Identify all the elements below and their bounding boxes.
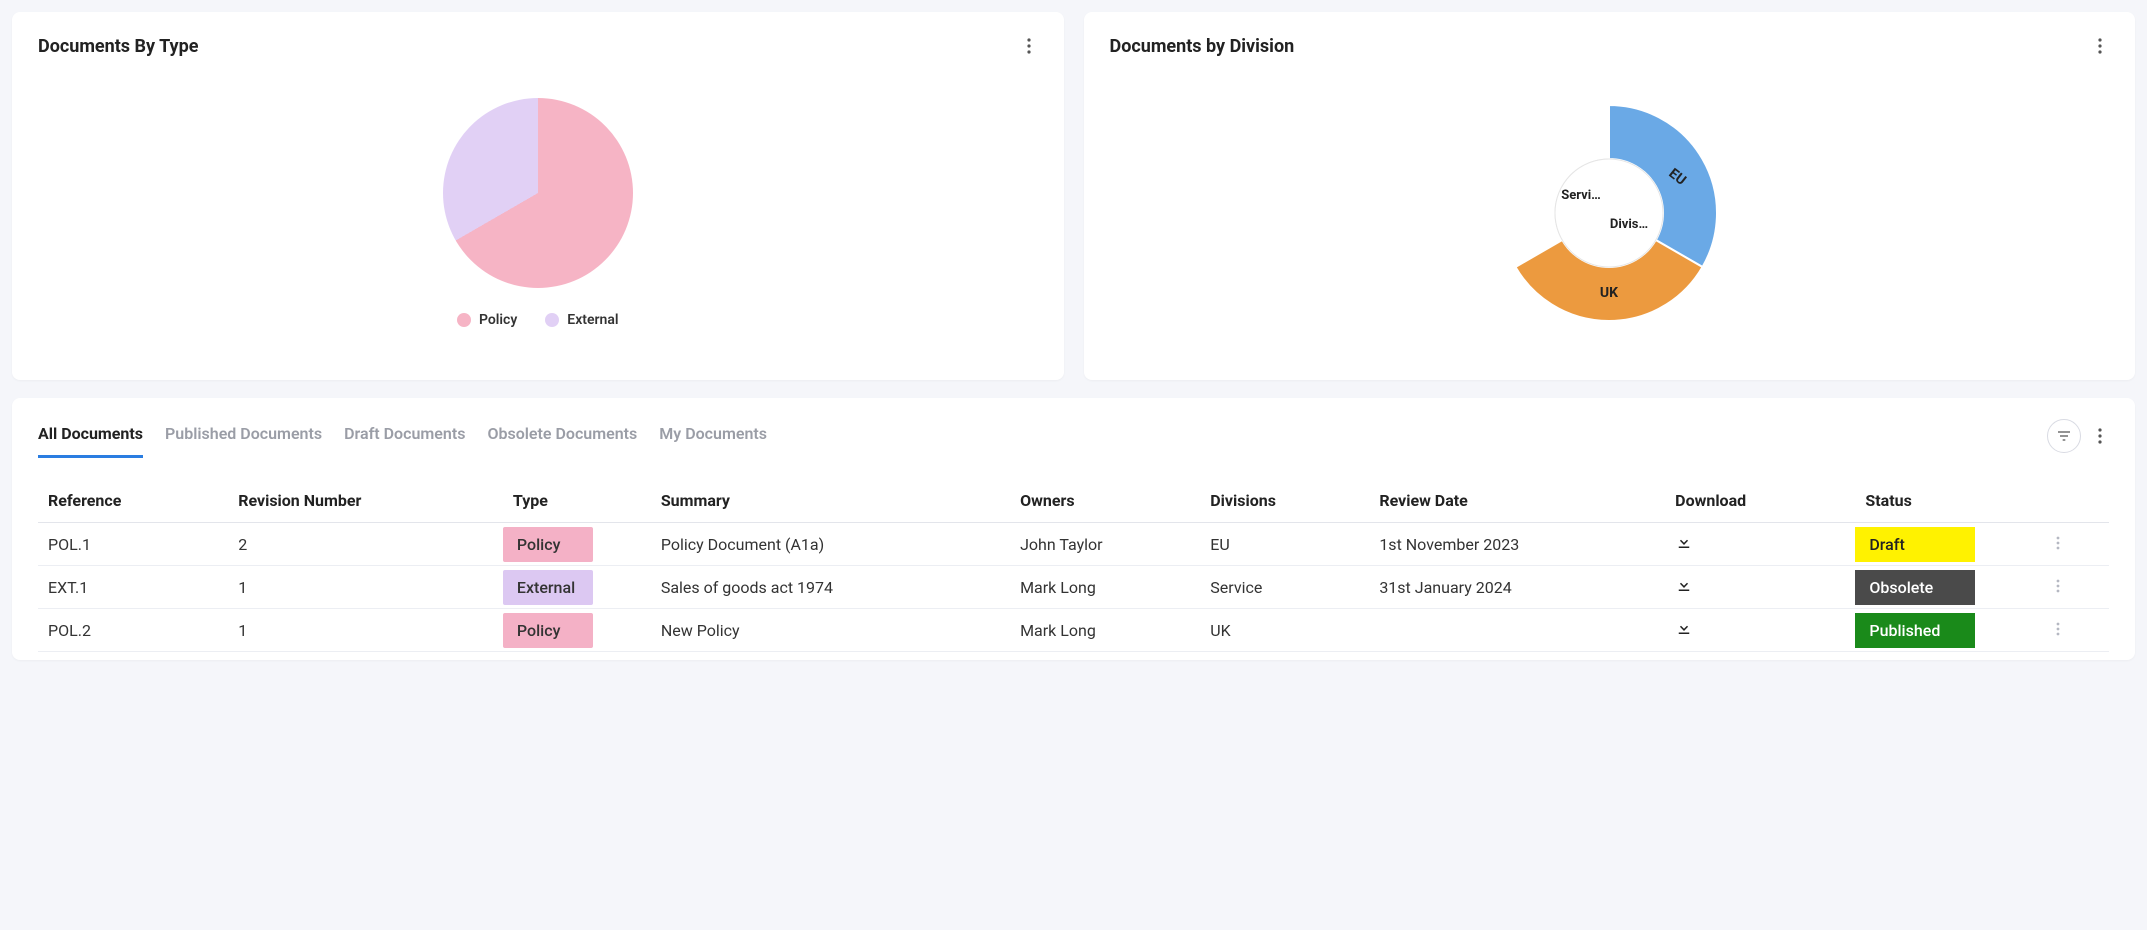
pie-graphic — [443, 98, 633, 288]
cell-reference: EXT.1 — [38, 566, 228, 609]
card-menu-button[interactable] — [1020, 34, 1038, 58]
table-row[interactable]: POL.12Policy Policy Document (A1a)John Ta… — [38, 523, 2109, 566]
swatch-external — [545, 313, 559, 327]
tabs: All Documents Published Documents Draft Do… — [38, 414, 2025, 458]
cell-review: 1st November 2023 — [1369, 523, 1665, 566]
pie-chart-body: Policy External — [38, 68, 1038, 358]
download-button[interactable] — [1675, 619, 1693, 637]
cell-revision: 1 — [228, 609, 503, 652]
th-revision[interactable]: Revision Number — [228, 479, 503, 523]
type-badge: Policy — [503, 613, 593, 648]
th-owners[interactable]: Owners — [1010, 479, 1200, 523]
filter-icon — [2056, 428, 2072, 444]
legend-item-policy[interactable]: Policy — [457, 312, 517, 328]
status-badge: Obsolete — [1855, 570, 1975, 605]
cell-owners: John Taylor — [1010, 523, 1200, 566]
cell-actions — [2046, 523, 2109, 566]
cell-type: External — [503, 566, 651, 609]
donut-label-servi: Servi… — [1561, 188, 1601, 203]
cell-actions — [2046, 609, 2109, 652]
card-documents-by-type: Documents By Type Policy External — [12, 12, 1064, 380]
download-icon — [1675, 619, 1693, 637]
row-menu-button[interactable] — [2056, 621, 2060, 640]
legend-label: Policy — [479, 312, 517, 328]
th-summary[interactable]: Summary — [651, 479, 1010, 523]
download-icon — [1675, 576, 1693, 594]
cell-summary: Sales of goods act 1974 — [651, 566, 1010, 609]
cell-divisions: Service — [1200, 566, 1369, 609]
type-badge: Policy — [503, 527, 593, 562]
cell-download — [1665, 523, 1855, 566]
table-row[interactable]: POL.21Policy New PolicyMark LongUK Publish… — [38, 609, 2109, 652]
card-documents-by-division: Documents by Division — [1084, 12, 2136, 380]
th-reference[interactable]: Reference — [38, 479, 228, 523]
cell-owners: Mark Long — [1010, 566, 1200, 609]
legend-label: External — [567, 312, 618, 328]
status-badge: Published — [1855, 613, 1975, 648]
cell-actions — [2046, 566, 2109, 609]
cell-summary: New Policy — [651, 609, 1010, 652]
cell-revision: 2 — [228, 523, 503, 566]
row-menu-button[interactable] — [2056, 535, 2060, 554]
card-menu-button[interactable] — [2091, 34, 2109, 58]
tab-my-documents[interactable]: My Documents — [659, 414, 767, 458]
cell-download — [1665, 566, 1855, 609]
card-title: Documents by Division — [1110, 36, 1295, 57]
donut-graphic: EU UK Servi… Divis… — [1489, 93, 1729, 333]
documents-table: Reference Revision Number Type Summary O… — [38, 479, 2109, 652]
cell-revision: 1 — [228, 566, 503, 609]
tab-obsolete-documents[interactable]: Obsolete Documents — [487, 414, 637, 458]
cell-divisions: UK — [1200, 609, 1369, 652]
kebab-icon — [2056, 622, 2060, 636]
kebab-icon — [2056, 579, 2060, 593]
donut-label-divis: Divis… — [1610, 217, 1648, 232]
tab-published-documents[interactable]: Published Documents — [165, 414, 322, 458]
cell-reference: POL.2 — [38, 609, 228, 652]
pie-chart[interactable] — [443, 98, 633, 288]
th-download[interactable]: Download — [1665, 479, 1855, 523]
cell-review — [1369, 609, 1665, 652]
kebab-icon — [2098, 38, 2102, 54]
kebab-icon — [1027, 38, 1031, 54]
row-menu-button[interactable] — [2056, 578, 2060, 597]
card-title: Documents By Type — [38, 36, 198, 57]
cell-review: 31st January 2024 — [1369, 566, 1665, 609]
documents-table-card: All Documents Published Documents Draft Do… — [12, 398, 2135, 660]
donut-chart-body: EU UK Servi… Divis… — [1110, 68, 2110, 358]
cell-owners: Mark Long — [1010, 609, 1200, 652]
th-type[interactable]: Type — [503, 479, 651, 523]
kebab-icon — [2098, 428, 2102, 444]
download-icon — [1675, 533, 1693, 551]
table-row[interactable]: EXT.11External Sales of goods act 1974Mar… — [38, 566, 2109, 609]
th-status[interactable]: Status — [1855, 479, 2045, 523]
pie-legend: Policy External — [457, 312, 619, 328]
cell-reference: POL.1 — [38, 523, 228, 566]
legend-item-external[interactable]: External — [545, 312, 618, 328]
cell-status: Obsolete — [1855, 566, 2045, 609]
th-divisions[interactable]: Divisions — [1200, 479, 1369, 523]
donut-label-uk: UK — [1600, 285, 1618, 301]
cell-status: Draft — [1855, 523, 2045, 566]
type-badge: External — [503, 570, 593, 605]
tab-all-documents[interactable]: All Documents — [38, 414, 143, 458]
cell-summary: Policy Document (A1a) — [651, 523, 1010, 566]
tab-draft-documents[interactable]: Draft Documents — [344, 414, 465, 458]
download-button[interactable] — [1675, 576, 1693, 594]
th-review[interactable]: Review Date — [1369, 479, 1665, 523]
download-button[interactable] — [1675, 533, 1693, 551]
cell-type: Policy — [503, 523, 651, 566]
table-menu-button[interactable] — [2091, 424, 2109, 448]
cell-divisions: EU — [1200, 523, 1369, 566]
cell-status: Published — [1855, 609, 2045, 652]
kebab-icon — [2056, 536, 2060, 550]
filter-button[interactable] — [2047, 419, 2081, 453]
swatch-policy — [457, 313, 471, 327]
donut-chart[interactable]: EU UK Servi… Divis… — [1489, 93, 1729, 333]
cell-type: Policy — [503, 609, 651, 652]
status-badge: Draft — [1855, 527, 1975, 562]
cell-download — [1665, 609, 1855, 652]
